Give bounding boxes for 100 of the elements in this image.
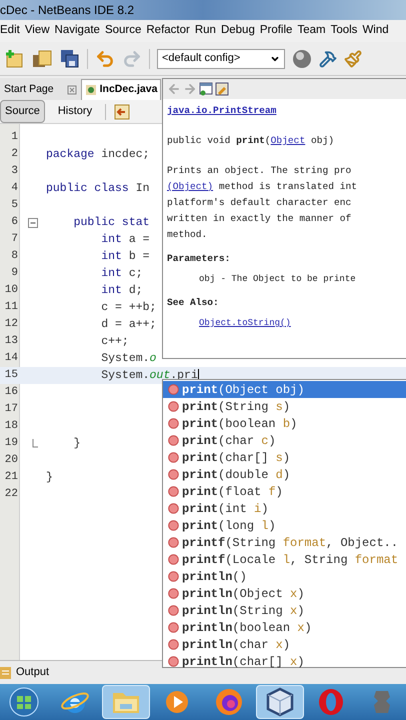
completion-item[interactable]: print(char[] s) bbox=[163, 449, 406, 466]
method-icon bbox=[168, 554, 179, 565]
line-number: 5 bbox=[10, 198, 19, 214]
menu-item[interactable]: Wind bbox=[362, 22, 389, 40]
view-toggle[interactable]: History bbox=[52, 100, 98, 123]
menu-item[interactable]: Team bbox=[297, 22, 326, 40]
method-signature: public void print(Object obj) bbox=[167, 134, 334, 148]
code-line: int d; bbox=[100, 282, 143, 299]
section-heading: See Also: bbox=[167, 296, 219, 310]
line-number: 6 bbox=[10, 215, 19, 230]
doc-link[interactable]: (Object) bbox=[167, 181, 214, 192]
method-icon bbox=[168, 605, 179, 616]
class-link[interactable]: java.io.PrintStream bbox=[167, 103, 276, 119]
doc-description: Prints an object. The string pro (Object) method is translated int platform's default character enc written in exactly the manner of method. bbox=[167, 164, 357, 242]
completion-item[interactable]: println(char[] x) bbox=[163, 653, 406, 670]
completion-item[interactable]: print(boolean b) bbox=[163, 415, 406, 432]
line-number: 15 bbox=[4, 368, 19, 384]
completion-item[interactable]: println(String x) bbox=[163, 602, 406, 619]
method-icon bbox=[168, 503, 179, 514]
opera-icon[interactable] bbox=[317, 687, 346, 717]
method-icon bbox=[168, 418, 179, 429]
completion-item[interactable]: print(String s) bbox=[163, 398, 406, 415]
code-line: c++; bbox=[100, 334, 129, 350]
back-icon[interactable] bbox=[167, 82, 181, 96]
line-number: 21 bbox=[4, 470, 19, 486]
method-icon bbox=[168, 537, 179, 548]
start-orb-icon[interactable] bbox=[8, 687, 39, 717]
menu-item[interactable]: Run bbox=[194, 22, 216, 40]
media-player-icon[interactable] bbox=[164, 689, 190, 715]
firefox-icon[interactable] bbox=[214, 687, 244, 717]
cube-icon[interactable] bbox=[266, 687, 294, 717]
hammer-icon[interactable] bbox=[319, 50, 337, 68]
method-icon bbox=[168, 401, 179, 412]
line-number: 1 bbox=[10, 130, 19, 146]
open-project-icon[interactable] bbox=[31, 48, 53, 68]
back-source-icon[interactable] bbox=[114, 104, 130, 120]
line-number: 7 bbox=[10, 232, 19, 248]
completion-item[interactable]: println() bbox=[163, 568, 406, 585]
section-heading: Parameters: bbox=[167, 252, 230, 266]
menu-item[interactable]: Refactor bbox=[146, 22, 190, 40]
doc-link[interactable]: Object bbox=[270, 135, 306, 146]
line-number: 19 bbox=[4, 436, 19, 452]
menu-item[interactable]: Navigate bbox=[54, 22, 100, 40]
method-icon bbox=[168, 486, 179, 497]
menu-item[interactable]: View bbox=[24, 22, 50, 40]
completion-item[interactable]: printf(Locale l, String format bbox=[163, 551, 406, 568]
code-line: int a = bbox=[100, 232, 150, 248]
method-icon bbox=[168, 469, 179, 480]
line-number: 8 bbox=[10, 249, 19, 264]
code-line: public stat bbox=[72, 214, 150, 231]
method-icon bbox=[168, 656, 179, 667]
code-line: } bbox=[46, 470, 53, 486]
line-number: 10 bbox=[4, 283, 19, 298]
view-toggle[interactable]: Source bbox=[0, 100, 45, 123]
line-number: 20 bbox=[4, 453, 19, 468]
menu-item[interactable]: Edit bbox=[0, 22, 20, 40]
menu-item[interactable]: Debug bbox=[220, 22, 255, 40]
completion-item[interactable]: print(float f) bbox=[163, 483, 406, 500]
completion-item[interactable]: print(Object obj) bbox=[163, 381, 406, 398]
completion-item[interactable]: print(char c) bbox=[163, 432, 406, 449]
editor-tab[interactable]: IncDec.java bbox=[80, 79, 162, 100]
method-icon bbox=[168, 520, 179, 531]
completion-item[interactable]: print(long l) bbox=[163, 517, 406, 534]
code-line: public class In bbox=[46, 180, 150, 197]
menu-item[interactable]: Profile bbox=[260, 22, 292, 40]
method-icon bbox=[168, 452, 179, 463]
code-line: d = a++; bbox=[100, 316, 156, 333]
close-icon[interactable] bbox=[66, 85, 77, 95]
globe-icon[interactable] bbox=[292, 48, 312, 68]
undo-icon[interactable] bbox=[95, 48, 115, 68]
code-line: int c; bbox=[100, 266, 143, 282]
line-number: 4 bbox=[10, 181, 19, 196]
fold-icon[interactable] bbox=[28, 218, 38, 228]
menu-item[interactable]: Source bbox=[104, 22, 142, 40]
completion-item[interactable]: println(boolean x) bbox=[163, 619, 406, 636]
config-dropdown[interactable]: <default config> bbox=[157, 48, 285, 68]
code-line: System.o bbox=[100, 350, 156, 367]
browser-window-icon[interactable] bbox=[199, 82, 213, 96]
parameter-description: obj - The Object to be printe bbox=[199, 274, 356, 284]
menu-item[interactable]: Tools bbox=[330, 22, 358, 40]
line-number: 18 bbox=[4, 419, 19, 434]
completion-item[interactable]: println(Object x) bbox=[163, 585, 406, 602]
method-icon bbox=[168, 639, 179, 650]
completion-item[interactable]: printf(String format, Object.. bbox=[163, 534, 406, 551]
new-project-icon[interactable] bbox=[4, 48, 24, 68]
line-number: 11 bbox=[4, 300, 19, 316]
save-all-icon[interactable] bbox=[60, 48, 80, 68]
output-tab[interactable]: Output bbox=[16, 664, 50, 681]
clean-build-icon[interactable] bbox=[344, 50, 362, 68]
method-icon bbox=[168, 384, 179, 395]
method-icon bbox=[168, 571, 179, 582]
completion-item[interactable]: println(char x) bbox=[163, 636, 406, 653]
output-icon[interactable] bbox=[0, 666, 12, 680]
completion-item[interactable]: print(double d) bbox=[163, 466, 406, 483]
doc-link[interactable]: Object.toString() bbox=[199, 318, 291, 328]
source-window-icon[interactable] bbox=[215, 82, 229, 96]
method-icon bbox=[168, 588, 179, 599]
code-line: package incdec; bbox=[46, 146, 150, 163]
line-number: 17 bbox=[4, 402, 19, 418]
completion-item[interactable]: print(int i) bbox=[163, 500, 406, 517]
